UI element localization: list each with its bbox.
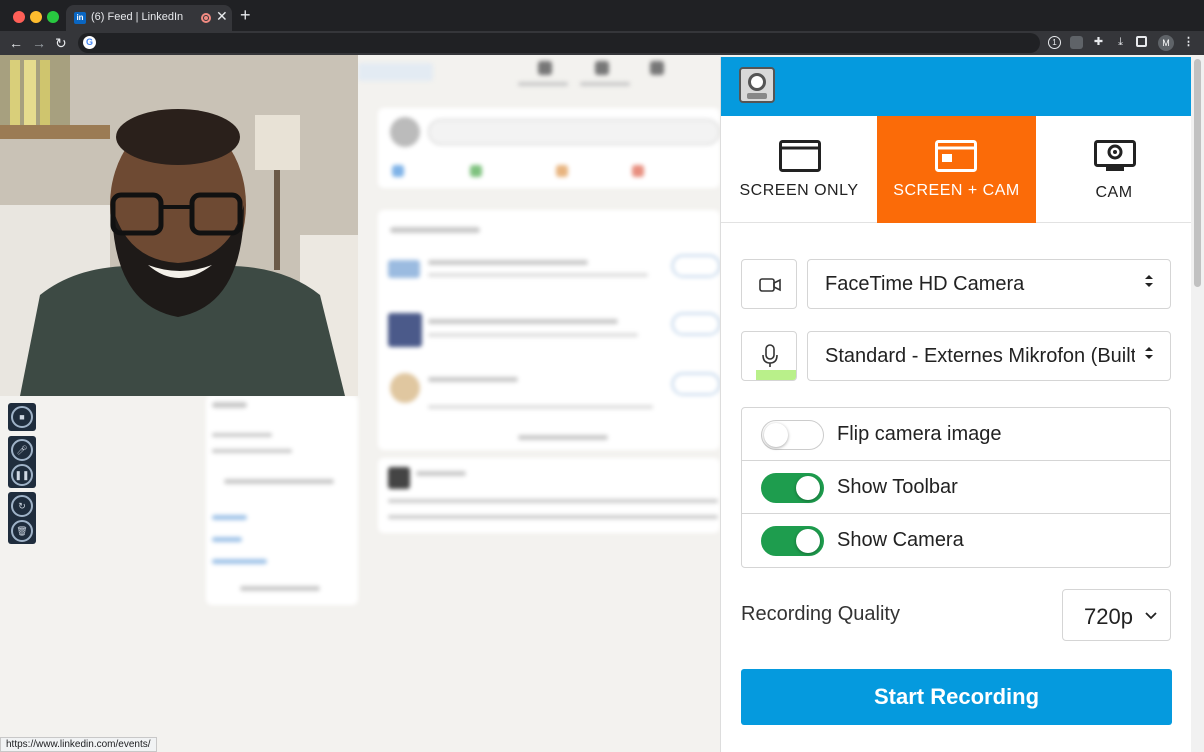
microphone-icon-box (741, 331, 797, 381)
show-camera-toggle[interactable] (761, 526, 824, 556)
chevron-down-icon (1145, 612, 1157, 620)
profile-avatar[interactable]: M (1158, 35, 1174, 51)
tab-screen-cam[interactable]: SCREEN + CAM (877, 116, 1036, 223)
quality-select[interactable]: 720p (1062, 589, 1171, 641)
tab-screen-only[interactable]: SCREEN ONLY (721, 116, 877, 223)
side-panel-icon[interactable] (1136, 36, 1147, 47)
new-tab-button[interactable]: + (240, 6, 251, 24)
tab-cam[interactable]: CAM (1036, 116, 1192, 223)
microphone-icon[interactable]: 🎤︎ (11, 439, 33, 461)
google-icon: G (83, 36, 96, 49)
puzzle-icon[interactable]: ✚ (1092, 36, 1105, 49)
camera-select[interactable]: FaceTime HD Camera (807, 259, 1171, 309)
browser-toolbar: ← → ↻ G 1 ✚ ⤓ M ⋮ (0, 31, 1204, 55)
browser-tab[interactable]: in (6) Feed | LinkedIn ✕ (66, 5, 232, 31)
mode-tabs: SCREEN ONLY SCREEN + CAM CAM (721, 116, 1192, 223)
browser-titlebar: in (6) Feed | LinkedIn ✕ + (0, 0, 1204, 31)
video-camera-icon (759, 278, 781, 292)
window-close-button[interactable] (13, 11, 25, 23)
browser-window-icon (779, 140, 821, 172)
linkedin-favicon-icon: in (74, 12, 86, 24)
webcam-logo-icon (739, 67, 775, 103)
toggle-label: Flip camera image (837, 423, 1002, 445)
select-arrows-icon (1145, 275, 1153, 287)
popup-scrollbar[interactable] (1191, 57, 1204, 752)
address-bar[interactable]: G (78, 33, 1040, 53)
restart-icon[interactable]: ↻ (11, 495, 33, 517)
start-recording-button[interactable]: Start Recording (741, 669, 1172, 725)
webcam-monitor-icon (1094, 140, 1136, 171)
show-toolbar-toggle[interactable] (761, 473, 824, 503)
browser-window-cam-icon (935, 140, 977, 172)
show-camera-row: Show Camera (742, 514, 1170, 567)
toggle-label: Show Toolbar (837, 476, 958, 498)
mode-label: SCREEN ONLY (739, 182, 859, 199)
download-icon[interactable]: ⤓ (1114, 36, 1127, 49)
reload-icon[interactable]: ↻ (55, 34, 67, 52)
select-arrows-icon (1145, 347, 1153, 359)
popup-header (721, 57, 1192, 116)
microphone-icon (762, 344, 778, 367)
pause-icon[interactable]: ❚❚ (11, 464, 33, 486)
options-list: Flip camera image Show Toolbar Show Came… (741, 407, 1171, 568)
password-extension-icon[interactable]: 1 (1048, 36, 1061, 49)
toggle-label: Show Camera (837, 529, 964, 551)
camera-icon-box (741, 259, 797, 309)
flip-camera-row: Flip camera image (742, 408, 1170, 461)
camera-preview[interactable] (0, 55, 358, 396)
mic-level-meter (756, 370, 796, 380)
microphone-select[interactable]: Standard - Externes Mikrofon (Built-in) (807, 331, 1171, 381)
recording-indicator-icon (201, 13, 211, 23)
toolbar-stop-group: ■ (8, 403, 36, 431)
show-toolbar-row: Show Toolbar (742, 461, 1170, 514)
mode-label: SCREEN + CAM (893, 182, 1020, 199)
toolbar-actions-group: ↻ 🗑︎ (8, 492, 36, 544)
back-icon[interactable]: ← (9, 34, 23, 52)
flip-camera-toggle[interactable] (761, 420, 824, 450)
status-url: https://www.linkedin.com/events/ (0, 737, 157, 752)
window-minimize-button[interactable] (30, 11, 42, 23)
camera-feed-image (0, 55, 358, 396)
tab-title: (6) Feed | LinkedIn (91, 11, 184, 23)
menu-kebab-icon[interactable]: ⋮ (1182, 36, 1195, 49)
quality-value: 720p (1084, 604, 1133, 629)
recorder-popup: SCREEN ONLY SCREEN + CAM CAM FaceTime HD… (720, 57, 1192, 752)
camera-select-value: FaceTime HD Camera (825, 273, 1025, 295)
window-zoom-button[interactable] (47, 11, 59, 23)
forward-icon[interactable]: → (32, 34, 46, 52)
trash-icon[interactable]: 🗑︎ (11, 520, 33, 542)
quality-label: Recording Quality (741, 603, 900, 625)
tab-close-button[interactable]: ✕ (216, 8, 228, 25)
mode-label: CAM (1095, 184, 1133, 201)
stop-recording-icon[interactable]: ■ (11, 406, 33, 428)
toolbar-audio-group: 🎤︎ ❚❚ (8, 436, 36, 488)
scrollbar-thumb[interactable] (1194, 59, 1201, 287)
microphone-select-value: Standard - Externes Mikrofon (Built-in) (825, 345, 1135, 367)
extension-icon[interactable] (1070, 36, 1083, 49)
